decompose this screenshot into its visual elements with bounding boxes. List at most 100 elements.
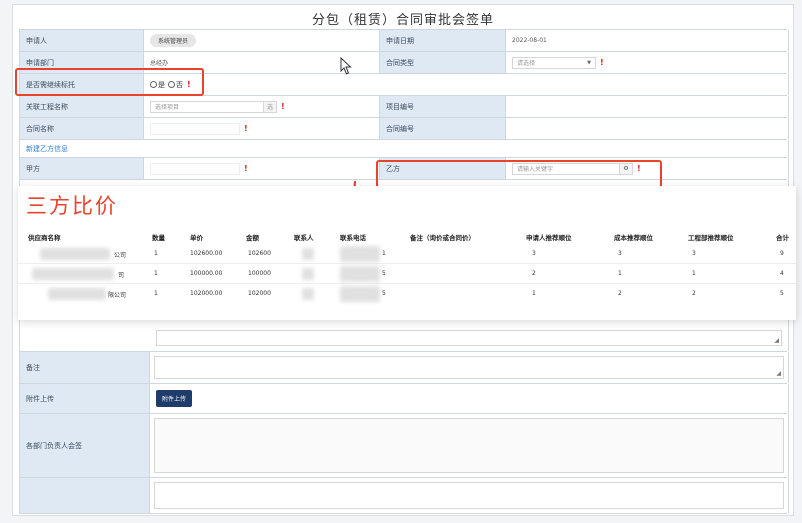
total: 4 xyxy=(780,270,784,277)
applicant-cell: 系统管理员 xyxy=(143,30,379,51)
bottom-label xyxy=(19,478,149,513)
contract-no-value xyxy=(505,118,789,139)
contract-type-label: 合同类型 xyxy=(379,52,505,73)
row-sign: 各部门负责人会签 xyxy=(19,414,789,478)
th-remark: 备注（询价或合同价） xyxy=(410,234,475,242)
rank-engineering: 3 xyxy=(692,250,696,257)
party-a-label: 甲方 xyxy=(19,158,143,179)
remark: 1 xyxy=(382,250,386,257)
blurred-contact xyxy=(302,248,314,260)
row-applicant: 申请人 系统管理员 申请日期 2022-08-01 xyxy=(19,30,789,52)
contract-type-select[interactable]: 请选择 ▼ xyxy=(512,56,596,69)
rank-cost: 3 xyxy=(618,250,622,257)
supplier-name: 司 xyxy=(118,272,125,279)
project-no-label: 项目编号 xyxy=(379,96,505,117)
sign-cell xyxy=(149,414,789,477)
required-mark: ! xyxy=(600,58,604,67)
contract-name-input[interactable] xyxy=(150,122,240,135)
price: 102600.00 xyxy=(190,250,223,257)
th-rank-engineering: 工程部推荐顺位 xyxy=(688,234,734,242)
th-price: 单价 xyxy=(190,234,203,242)
row-attach: 附件上传 附件上传 xyxy=(19,384,789,414)
attach-upload-button[interactable]: 附件上传 xyxy=(156,390,193,407)
project-label: 关联工程名称 xyxy=(19,96,143,117)
remark: 5 xyxy=(382,290,386,297)
row-remark: 备注 ◢ xyxy=(19,352,789,384)
project-select-button[interactable]: 选 xyxy=(263,100,277,113)
blurred-contact xyxy=(302,288,314,300)
is-bid-cell: 是 否 ! xyxy=(143,74,789,95)
apply-date-label: 申请日期 xyxy=(379,30,505,51)
price-comparison-card: 三方比价 供应商名称 数量 单价 金额 联系人 联系电话 备注（询价或合同价） … xyxy=(18,186,796,320)
bottom-cell xyxy=(149,478,789,513)
th-rank-applicant: 申请人推荐顺位 xyxy=(526,234,572,242)
blurred-phone xyxy=(340,266,380,282)
row-add-party: 新建乙方信息 xyxy=(19,140,789,158)
remark-label: 备注 xyxy=(19,352,149,383)
party-a-cell: ! xyxy=(143,158,379,179)
hidden-textarea[interactable]: ◢ xyxy=(156,330,782,346)
mouse-cursor-icon xyxy=(340,57,352,75)
remark-textarea[interactable]: ◢ xyxy=(154,356,784,379)
blurred-phone xyxy=(340,286,380,302)
rank-cost: 1 xyxy=(618,270,622,277)
add-party-link[interactable]: 新建乙方信息 xyxy=(26,144,68,154)
project-input[interactable]: 选择项目 xyxy=(150,100,264,113)
apply-date-value[interactable]: 2022-08-01 xyxy=(505,30,789,51)
attach-label: 附件上传 xyxy=(19,384,149,413)
th-amount: 金额 xyxy=(246,234,259,242)
rank-engineering: 2 xyxy=(692,290,696,297)
resize-handle-icon: ◢ xyxy=(776,370,781,377)
highlight-party-b xyxy=(376,160,662,188)
table-row[interactable]: 公司 1 102600.00 102600 1 3 3 3 9 xyxy=(18,244,796,264)
rank-engineering: 1 xyxy=(692,270,696,277)
th-supplier: 供应商名称 xyxy=(28,234,61,242)
applicant-value[interactable]: 系统管理员 xyxy=(150,34,197,47)
price: 102000.00 xyxy=(190,290,223,297)
amount: 100000 xyxy=(248,270,271,277)
form-title: 分包（租赁）合同审批会签单 xyxy=(311,13,494,28)
contract-name-cell: ! xyxy=(143,118,379,139)
total: 5 xyxy=(780,290,784,297)
required-mark: ! xyxy=(244,124,248,133)
blurred-name xyxy=(48,288,106,300)
blurred-name xyxy=(40,248,110,260)
table-row[interactable]: 司 1 100000.00 100000 5 2 1 1 4 xyxy=(18,264,796,284)
chevron-down-icon: ▼ xyxy=(587,59,591,66)
sign-textarea[interactable] xyxy=(154,418,784,473)
price: 100000.00 xyxy=(190,270,223,277)
remark: 5 xyxy=(382,270,386,277)
applicant-label: 申请人 xyxy=(19,30,143,51)
contract-name-label: 合同名称 xyxy=(19,118,143,139)
th-qty: 数量 xyxy=(152,234,165,242)
attach-cell: 附件上传 xyxy=(149,384,789,413)
rank-applicant: 1 xyxy=(532,290,536,297)
remark-cell: ◢ xyxy=(149,352,789,383)
qty: 1 xyxy=(154,270,158,277)
required-mark: ! xyxy=(281,102,285,111)
total: 9 xyxy=(780,250,784,257)
blurred-phone xyxy=(340,246,380,262)
rank-cost: 2 xyxy=(618,290,622,297)
bottom-textarea[interactable] xyxy=(154,482,784,509)
qty: 1 xyxy=(154,250,158,257)
row-bottom xyxy=(19,478,789,514)
blurred-name xyxy=(32,268,114,280)
supplier-name: 公司 xyxy=(114,252,127,259)
party-a-input[interactable] xyxy=(150,162,240,175)
th-rank-cost: 成本推荐顺位 xyxy=(614,234,653,242)
supplier-name: 限公司 xyxy=(108,292,127,299)
amount: 102600 xyxy=(248,250,271,257)
price-comparison-title: 三方比价 xyxy=(26,194,118,218)
contract-type-cell: 请选择 ▼ ! xyxy=(505,52,789,73)
th-phone: 联系电话 xyxy=(340,234,366,242)
highlight-is-bid xyxy=(15,68,204,96)
add-party-cell: 新建乙方信息 xyxy=(19,140,789,157)
qty: 1 xyxy=(154,290,158,297)
screenshot-stage: 分包（租赁）合同审批会签单 申请人 系统管理员 申请日期 2022-08-01 … xyxy=(0,0,802,523)
project-cell: 选择项目 选 ! xyxy=(143,96,379,117)
rank-applicant: 3 xyxy=(532,250,536,257)
rank-applicant: 2 xyxy=(532,270,536,277)
table-row[interactable]: 限公司 1 102000.00 102000 5 1 2 2 5 xyxy=(18,284,796,304)
blurred-contact xyxy=(302,268,314,280)
